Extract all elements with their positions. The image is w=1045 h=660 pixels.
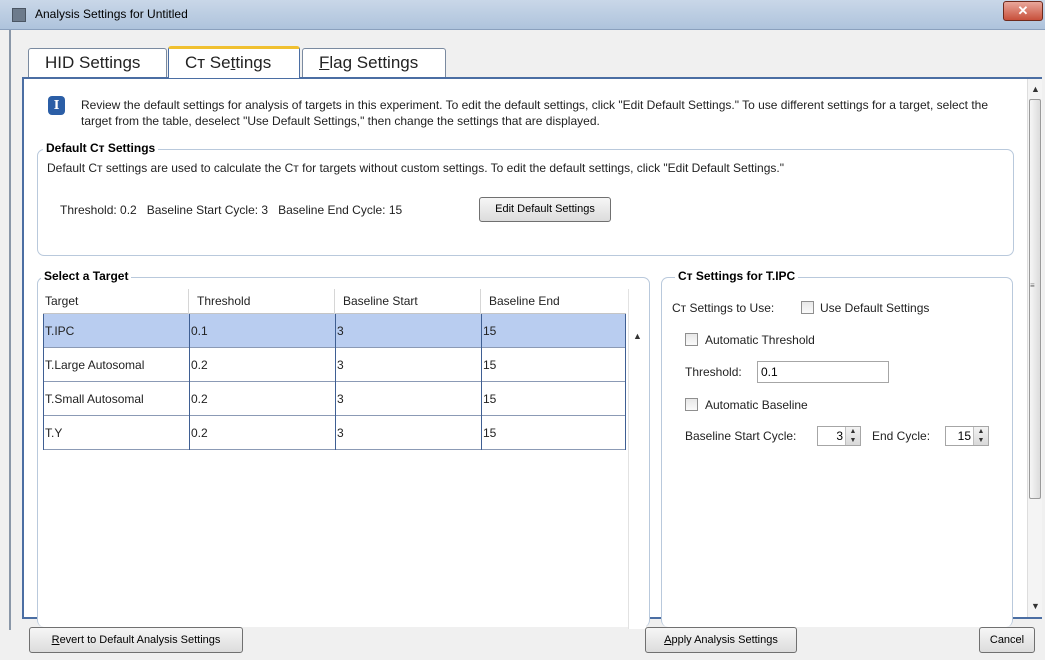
grip-icon: ≡ [1030,281,1035,290]
app-icon [12,8,26,22]
threshold-input[interactable]: 0.1 [757,361,889,383]
table-row[interactable]: T.Small Autosomal 0.2 3 15 [43,382,626,416]
end-cycle-stepper[interactable]: 15 ▲ ▼ [945,426,989,446]
edit-default-settings-button[interactable]: Edit Default Settings [479,197,611,222]
tab-label: HID Settings [45,53,141,72]
target-table: Target Threshold Baseline Start Baseline… [43,289,626,450]
table-row[interactable]: T.Y 0.2 3 15 [43,416,626,450]
title-bar: Analysis Settings for Untitled ✕ [0,0,1045,30]
table-row[interactable]: T.Large Autosomal 0.2 3 15 [43,348,626,382]
revert-to-default-button[interactable]: Revert to Default Analysis Settings [29,627,243,653]
table-scrollbar[interactable]: ▲ [628,289,646,629]
button-label-mnemonic: R [51,634,60,646]
baseline-start-cycle-stepper[interactable]: 3 ▲ ▼ [817,426,861,446]
stepper-arrows-icon[interactable]: ▲ ▼ [973,427,988,445]
column-header-baseline-end[interactable]: Baseline End [481,289,626,314]
cell-baseline-end: 15 [481,314,626,348]
cell-baseline-start: 3 [335,314,481,348]
cell-threshold: 0.2 [189,416,335,450]
window-edge [9,30,11,630]
ct-settings-panel: I Review the default settings for analys… [22,77,1042,629]
cell-target: T.IPC [43,314,189,348]
stepper-value: 15 [957,429,971,443]
cell-target: T.Small Autosomal [43,382,189,416]
use-default-settings-checkbox[interactable] [801,301,814,314]
main-scrollbar[interactable]: ▲ ≡ ▼ [1027,79,1042,617]
scrollbar-thumb[interactable] [1029,99,1041,499]
cell-baseline-start: 3 [335,382,481,416]
scroll-up-icon[interactable]: ▲ [633,331,642,341]
cell-baseline-start: 3 [335,416,481,450]
tab-label-rest: tings [235,53,272,72]
automatic-baseline-checkbox[interactable] [685,398,698,411]
tab-ct-settings[interactable]: Cт Settings [168,46,300,78]
cell-threshold: 0.1 [189,314,335,348]
table-header: Target Threshold Baseline Start Baseline… [43,289,626,314]
close-icon: ✕ [1017,3,1029,18]
stepper-value: 3 [836,429,843,443]
cell-target: T.Large Autosomal [43,348,189,382]
stepper-arrows-icon[interactable]: ▲ ▼ [845,427,860,445]
baseline-start-cycle-label: Baseline Start Cycle: [685,429,797,443]
end-cycle-label: End Cycle: [872,429,931,443]
column-header-threshold[interactable]: Threshold [189,289,335,314]
automatic-threshold-checkbox[interactable] [685,333,698,346]
use-default-settings-label: Use Default Settings [820,301,930,315]
close-button[interactable]: ✕ [1003,1,1043,21]
automatic-baseline-label: Automatic Baseline [705,398,808,412]
default-settings-description: Default Cт settings are used to calculat… [47,161,784,175]
ct-settings-for-target-group: Cт Settings for T.IPC Cт Settings to Use… [661,269,1013,627]
tab-label: Cт Se [185,53,231,72]
cancel-button[interactable]: Cancel [979,627,1035,653]
info-icon: I [48,96,65,115]
ct-settings-to-use-label: Cт Settings to Use: [672,301,775,315]
default-settings-summary: Threshold: 0.2 Baseline Start Cycle: 3 B… [60,203,403,217]
table-row[interactable]: T.IPC 0.1 3 15 [43,314,626,348]
default-ct-settings-group: Default Cт Settings Default Cт settings … [37,141,1014,256]
select-target-group: Select a Target Target Threshold Baselin… [37,269,650,629]
group-title: Default Cт Settings [43,141,159,155]
cell-baseline-end: 15 [481,382,626,416]
tab-label-mnemonic: F [319,53,330,72]
window-body: HID Settings Cт Settings Flag Settings I… [0,30,1045,660]
apply-analysis-settings-button[interactable]: Apply Analysis Settings [645,627,797,653]
cell-threshold: 0.2 [189,348,335,382]
tab-label-rest: lag Settings [329,53,419,72]
window-title: Analysis Settings for Untitled [35,7,188,21]
tab-hid-settings[interactable]: HID Settings [28,48,167,77]
automatic-threshold-label: Automatic Threshold [705,333,815,347]
cell-baseline-end: 15 [481,348,626,382]
column-header-baseline-start[interactable]: Baseline Start [335,289,481,314]
cell-target: T.Y [43,416,189,450]
button-label-rest: evert to Default Analysis Settings [59,634,221,646]
cell-baseline-start: 3 [335,348,481,382]
group-title: Select a Target [41,269,132,283]
scroll-up-icon[interactable]: ▲ [1031,84,1040,94]
info-message: Review the default settings for analysis… [81,98,989,128]
scroll-down-icon[interactable]: ▼ [1031,601,1040,611]
column-header-target[interactable]: Target [43,289,189,314]
tab-flag-settings[interactable]: Flag Settings [302,48,446,77]
cell-threshold: 0.2 [189,382,335,416]
threshold-label: Threshold: [685,365,742,379]
group-title: Cт Settings for T.IPC [675,269,799,283]
button-label-rest: pply Analysis Settings [671,634,778,646]
cell-baseline-end: 15 [481,416,626,450]
